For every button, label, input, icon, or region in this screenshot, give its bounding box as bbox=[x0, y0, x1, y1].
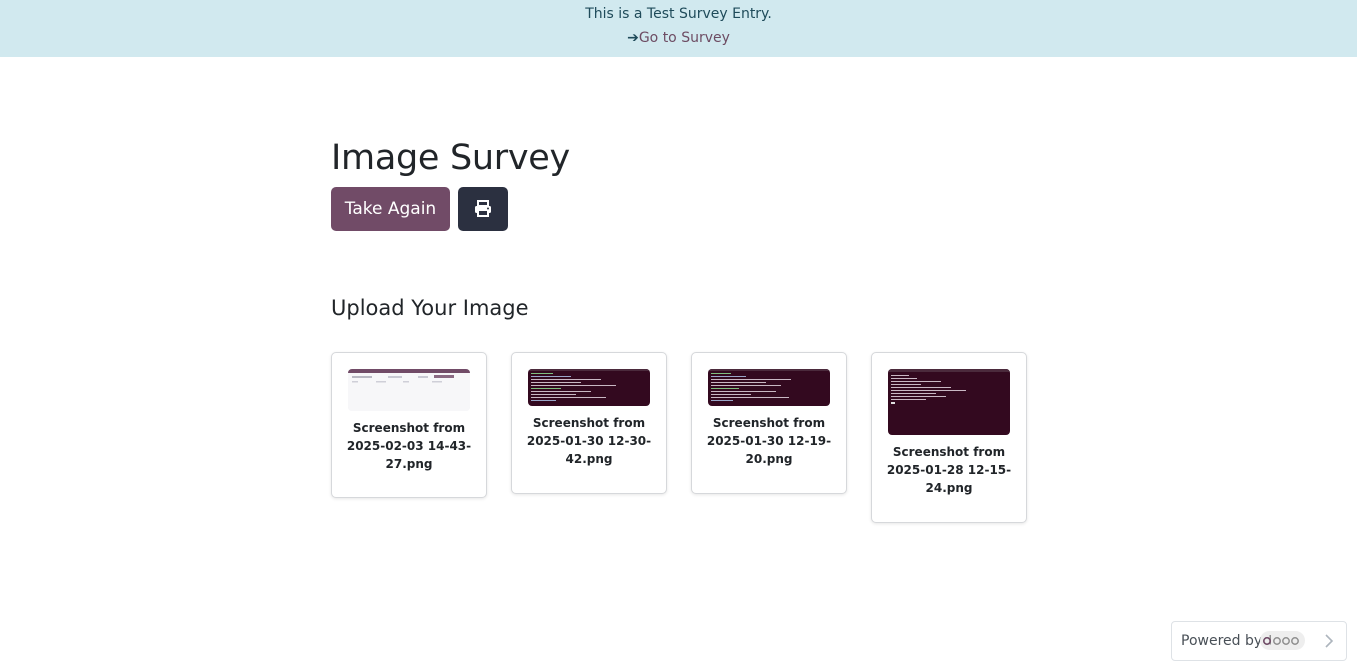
file-name-line: 2025-01-28 12-15- bbox=[886, 463, 1012, 477]
file-name-line: Screenshot from bbox=[892, 445, 1006, 459]
file-name: Screenshot from 2025-01-30 12-19- 20.png bbox=[700, 414, 838, 468]
image-thumbnail bbox=[888, 369, 1010, 435]
file-name-line: 20.png bbox=[745, 452, 793, 466]
image-thumbnail bbox=[708, 369, 830, 406]
file-name-line: 2025-01-30 12-19- bbox=[706, 434, 832, 448]
file-name-line: 42.png bbox=[565, 452, 613, 466]
file-name-line: 2025-01-30 12-30- bbox=[526, 434, 652, 448]
file-card[interactable]: Screenshot from 2025-01-30 12-30- 42.png bbox=[511, 352, 667, 494]
file-name-line: 24.png bbox=[925, 481, 973, 495]
odoo-logo bbox=[1260, 631, 1305, 650]
file-card[interactable]: Screenshot from 2025-01-30 12-19- 20.png bbox=[691, 352, 847, 494]
file-name-line: Screenshot from bbox=[532, 416, 646, 430]
file-name: Screenshot from 2025-02-03 14-43- 27.png bbox=[340, 419, 478, 473]
banner-message: This is a Test Survey Entry. bbox=[585, 6, 772, 22]
file-card[interactable]: Screenshot from 2025-02-03 14-43- 27.png bbox=[331, 352, 487, 498]
go-to-survey-label: Go to Survey bbox=[638, 30, 730, 46]
file-name: Screenshot from 2025-01-30 12-30- 42.png bbox=[520, 414, 658, 468]
file-name-line: Screenshot from bbox=[712, 416, 826, 430]
chevron-right-icon bbox=[1325, 634, 1334, 648]
file-card[interactable]: Screenshot from 2025-01-28 12-15- 24.png bbox=[871, 352, 1027, 523]
powered-by-label: Powered by bbox=[1181, 633, 1263, 649]
question-title: Upload Your Image bbox=[331, 296, 529, 320]
arrow-right-icon: ➔ bbox=[627, 30, 639, 46]
go-to-survey-link[interactable]: ➔Go to Survey bbox=[0, 29, 1357, 47]
take-again-button[interactable]: Take Again bbox=[331, 187, 450, 231]
file-name-line: 2025-02-03 14-43- bbox=[346, 439, 472, 453]
test-entry-banner: This is a Test Survey Entry. ➔Go to Surv… bbox=[0, 0, 1357, 57]
file-name-line: 27.png bbox=[385, 457, 433, 471]
file-name-line: Screenshot from bbox=[352, 421, 466, 435]
page-title: Image Survey bbox=[331, 138, 570, 178]
powered-by-odoo-link[interactable]: Powered by bbox=[1171, 621, 1347, 661]
image-thumbnail bbox=[348, 369, 470, 411]
image-thumbnail bbox=[528, 369, 650, 406]
print-button[interactable] bbox=[458, 187, 508, 231]
print-icon bbox=[475, 200, 491, 217]
file-name: Screenshot from 2025-01-28 12-15- 24.png bbox=[880, 443, 1018, 497]
